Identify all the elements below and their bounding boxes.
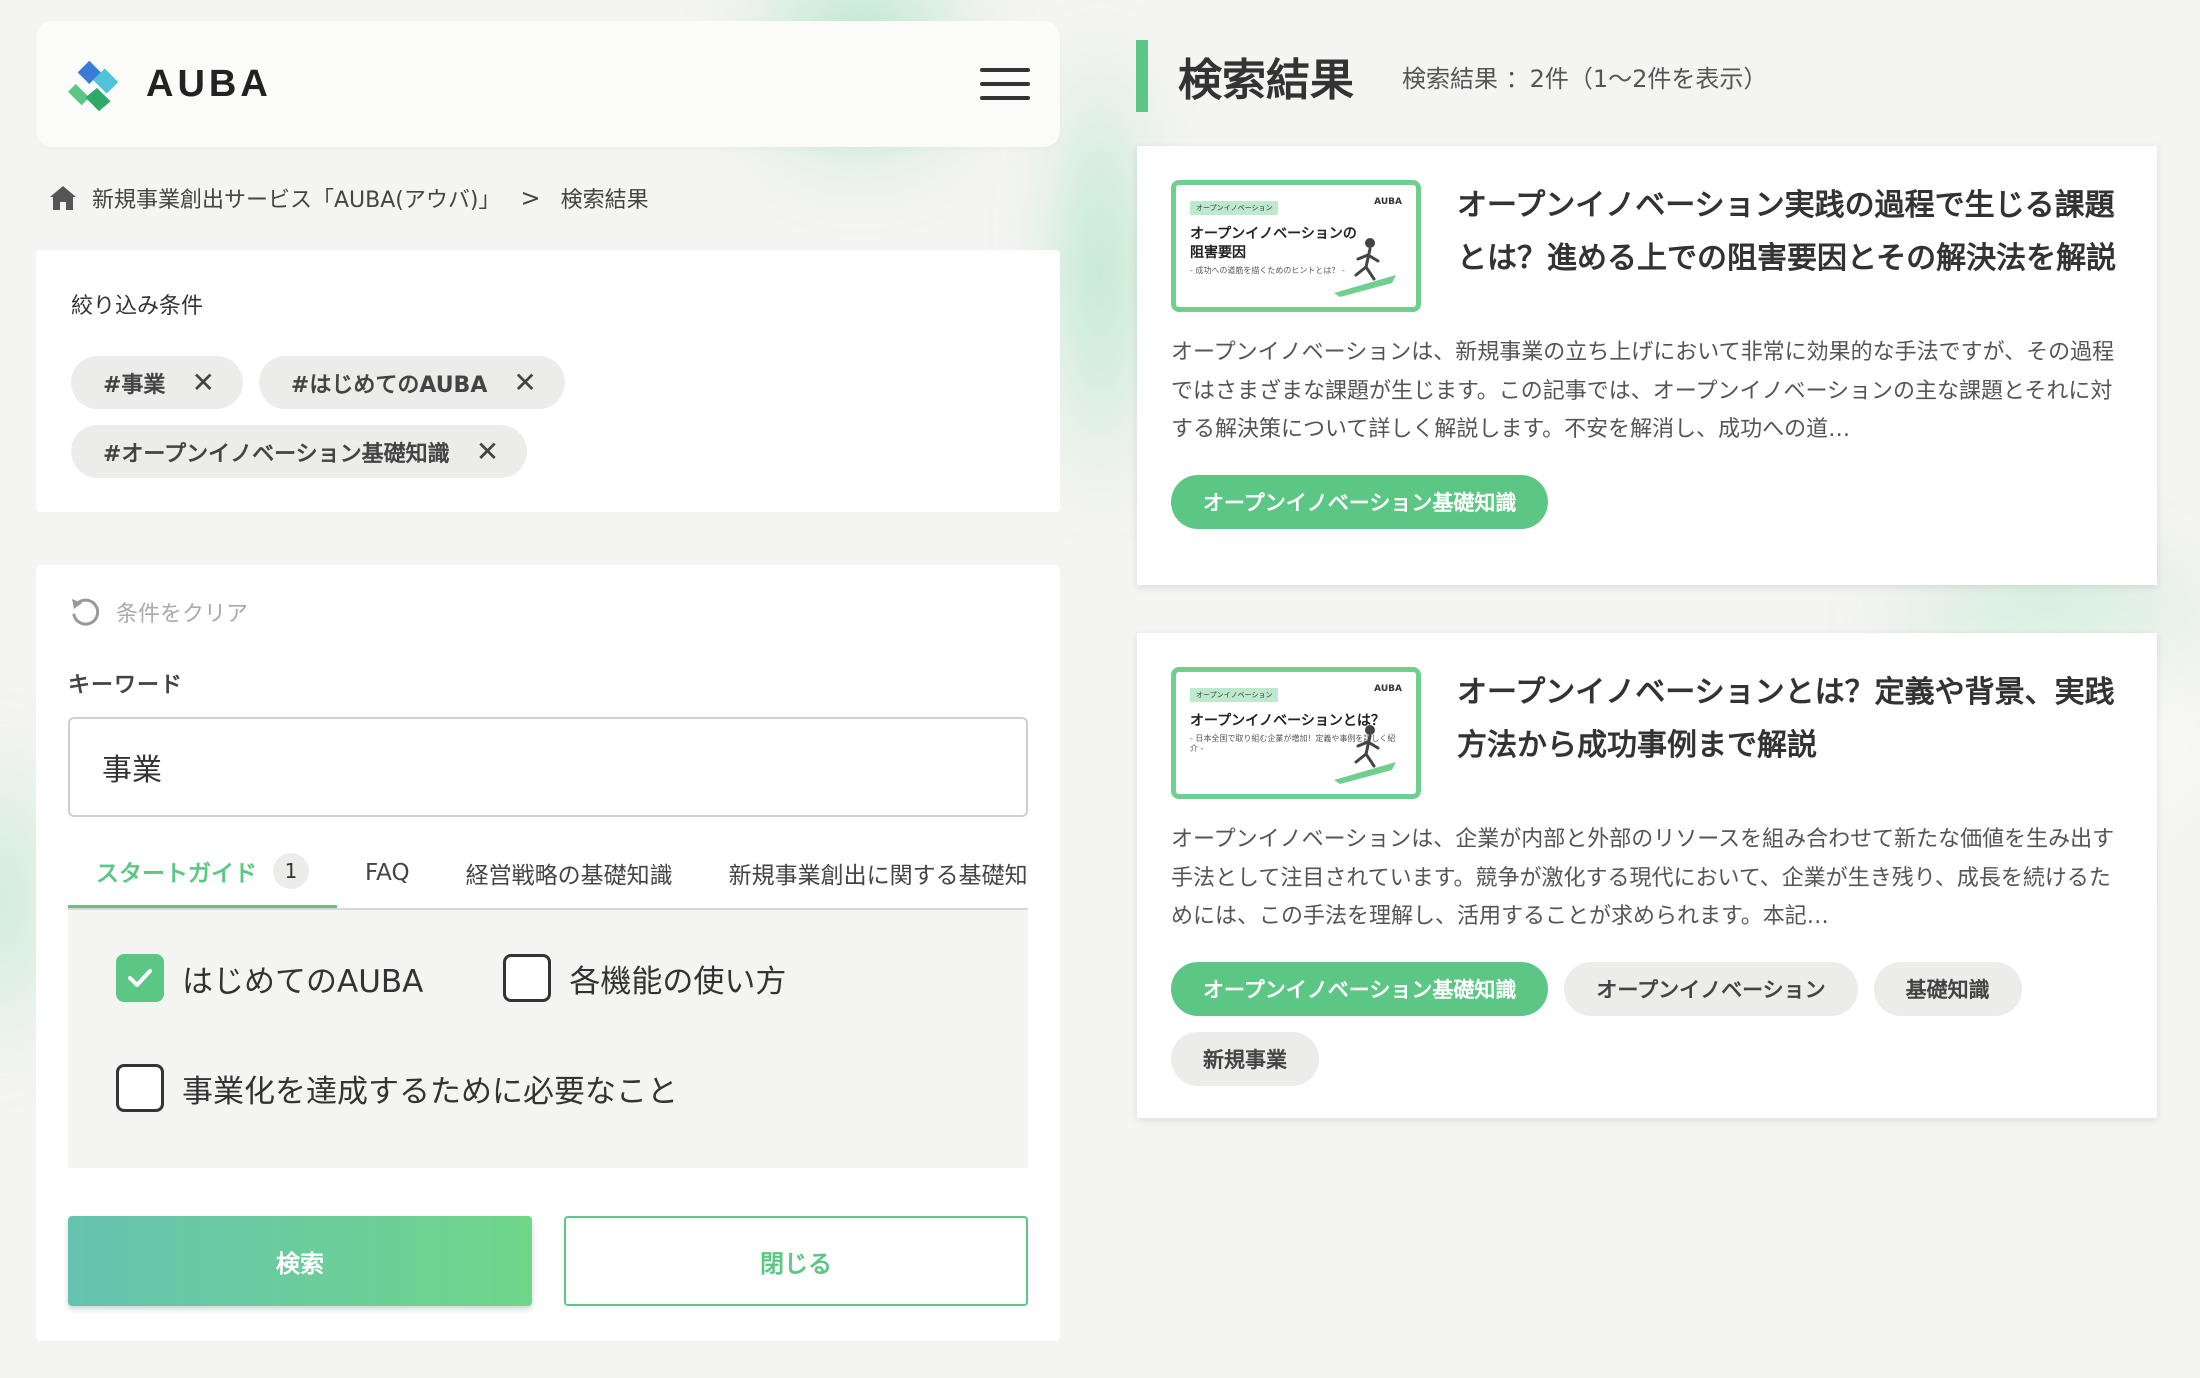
article-tag[interactable]: 新規事業 [1171,1032,1319,1086]
article-thumbnail[interactable]: オープンイノベーション AUBA オープンイノベーションの 阻害要因 - 成功へ… [1171,180,1421,312]
site-header: AUBA [36,21,1060,147]
checkbox-checked[interactable] [116,954,164,1002]
article-tags: オープンイノベーション基礎知識 オープンイノベーション 基礎知識 新規事業 [1171,962,2123,1086]
breadcrumb-home-link[interactable]: 新規事業創出サービス「AUBA(アウバ)」 [92,182,500,214]
tab-options: はじめてのAUBA 各機能の使い方 事業化を達成するために必要なこと [68,910,1028,1168]
filter-panel: 絞り込み条件 #事業 ✕ #はじめてのAUBA ✕ #オープンイノベーション基礎… [36,250,1060,512]
clear-conditions-label: 条件をクリア [116,602,249,627]
thumbnail-tag: オープンイノベーション [1190,201,1279,215]
article-title[interactable]: オープンイノベーションとは？定義や背景、実践方法から成功事例まで解説 [1457,667,2123,799]
breadcrumb: 新規事業創出サービス「AUBA(アウバ)」 > 検索結果 [48,182,649,214]
article-title[interactable]: オープンイノベーション実践の過程で生じる課題とは？進める上での阻害要因とその解決… [1457,180,2123,312]
page-title: 検索結果 [1178,55,1354,106]
tab-count-badge: 1 [273,853,309,889]
results-header: 検索結果 検索結果 ：2件（1〜2件を表示） [1136,40,1767,112]
close-icon[interactable]: ✕ [513,366,536,399]
article-thumbnail[interactable]: オープンイノベーション AUBA オープンイノベーションとは？ - 日本全国で取… [1171,667,1421,799]
keyword-label: キーワード [68,673,184,698]
auba-logo[interactable]: AUBA [68,55,272,113]
home-icon[interactable] [48,184,78,212]
thumbnail-tag: オープンイノベーション [1190,688,1279,702]
filter-chip-label: #はじめてのAUBA [290,372,488,398]
keyword-input[interactable] [68,717,1028,817]
tab-label: スタートガイド [96,861,257,887]
filter-chip-label: #オープンイノベーション基礎知識 [103,441,450,467]
runner-illustration-icon [1334,725,1396,784]
filter-title: 絞り込み条件 [71,294,204,319]
thumbnail-logo: AUBA [1374,684,1402,694]
filter-chips: #事業 ✕ #はじめてのAUBA ✕ #オープンイノベーション基礎知識 ✕ [71,356,791,478]
article-tag[interactable]: オープンイノベーション [1564,962,1858,1016]
tab-faq[interactable]: FAQ [337,853,438,908]
article-description: オープンイノベーションは、企業が内部と外部のリソースを組み合わせて新たな価値を生… [1171,827,2115,929]
tab-new-business[interactable]: 新規事業創出に関する基礎知識 [701,853,1028,908]
thumbnail-logo: AUBA [1374,197,1402,207]
close-button[interactable]: 閉じる [564,1216,1028,1306]
option-label: 各機能の使い方 [569,963,787,1000]
article-description: オープンイノベーションは、新規事業の立ち上げにおいて非常に効果的な手法ですが、そ… [1171,340,2115,442]
results-count: 検索結果 ：2件（1〜2件を表示） [1402,64,1768,93]
check-icon [128,969,152,987]
filter-chip[interactable]: #オープンイノベーション基礎知識 ✕ [71,425,528,478]
action-buttons: 検索 閉じる [68,1216,1028,1306]
filter-chip-label: #事業 [103,372,166,398]
article-tags: オープンイノベーション基礎知識 [1171,475,2123,529]
tab-label: 経営戦略の基礎知識 [465,862,673,889]
clear-conditions-button[interactable]: 条件をクリア [68,595,1028,629]
checkbox[interactable] [116,1064,164,1112]
filter-chip[interactable]: #事業 ✕ [71,356,243,409]
tab-start-guide[interactable]: スタートガイド 1 [68,853,337,908]
close-icon[interactable]: ✕ [476,435,499,468]
close-icon[interactable]: ✕ [191,366,214,399]
breadcrumb-current: 検索結果 [560,188,649,213]
option-label: はじめてのAUBA [182,963,424,1000]
logo-text: AUBA [146,62,272,105]
article-tag[interactable]: 基礎知識 [1873,962,2022,1016]
option-first-auba[interactable]: はじめてのAUBA [116,954,423,1002]
article-tag[interactable]: オープンイノベーション基礎知識 [1171,475,1549,529]
search-panel: 条件をクリア キーワード スタートガイド 1 FAQ 経営戦略の基礎知識 新規事… [36,565,1060,1341]
result-card[interactable]: オープンイノベーション AUBA オープンイノベーションの 阻害要因 - 成功へ… [1137,146,2157,585]
tab-label: FAQ [365,859,410,886]
search-button[interactable]: 検索 [68,1216,532,1306]
tab-label: 新規事業創出に関する基礎知識 [728,862,1028,889]
chevron-right-icon: > [520,184,541,212]
filter-chip[interactable]: #はじめてのAUBA ✕ [258,356,565,409]
auba-logo-icon [68,60,119,112]
reset-icon [72,598,100,626]
runner-illustration-icon [1334,238,1396,297]
checkbox[interactable] [503,954,552,1002]
category-tabs: スタートガイド 1 FAQ 経営戦略の基礎知識 新規事業創出に関する基礎知識 [68,853,1028,910]
option-commercialization[interactable]: 事業化を達成するために必要なこと [116,1064,678,1112]
option-label: 事業化を達成するために必要なこと [182,1073,678,1110]
tab-management-strategy[interactable]: 経営戦略の基礎知識 [438,853,701,908]
option-how-to-use[interactable]: 各機能の使い方 [503,954,786,1002]
article-tag[interactable]: オープンイノベーション基礎知識 [1171,962,1549,1016]
accent-bar [1136,40,1148,112]
result-card[interactable]: オープンイノベーション AUBA オープンイノベーションとは？ - 日本全国で取… [1137,633,2157,1118]
hamburger-icon[interactable] [980,68,1030,100]
